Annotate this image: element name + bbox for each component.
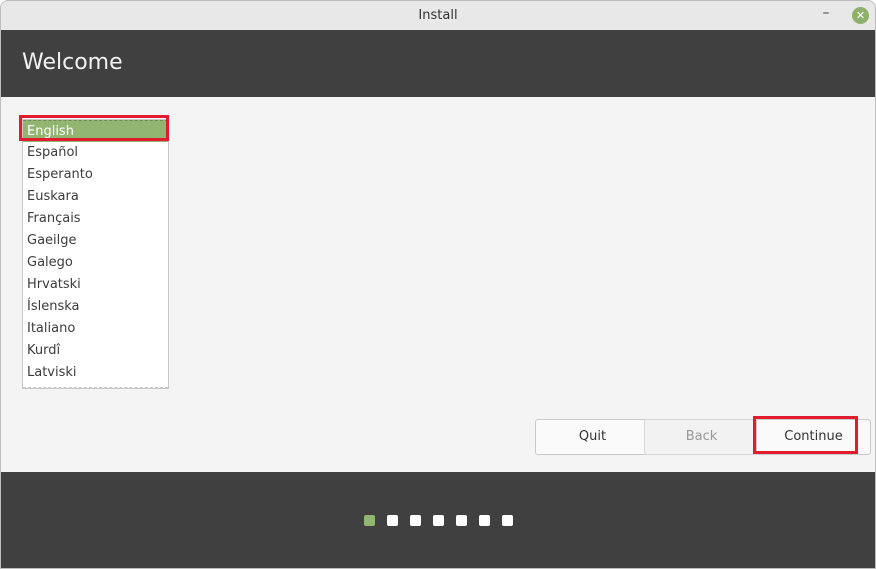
title-bar: Install – ✕ <box>1 1 875 30</box>
progress-dot-7 <box>502 515 513 526</box>
installer-window: Install – ✕ Welcome English Español Espe… <box>0 0 876 569</box>
progress-dot-3 <box>410 515 421 526</box>
progress-dot-1 <box>364 515 375 526</box>
language-item-english[interactable]: English <box>23 120 168 142</box>
language-item-galego[interactable]: Galego <box>23 252 168 274</box>
language-item-italiano[interactable]: Italiano <box>23 318 168 340</box>
language-item-islenska[interactable]: Íslenska <box>23 296 168 318</box>
language-item-latviski[interactable]: Latviski <box>23 362 168 384</box>
language-item-francais[interactable]: Français <box>23 208 168 230</box>
language-item-espanol[interactable]: Español <box>23 142 168 164</box>
minimize-icon[interactable]: – <box>817 6 835 24</box>
progress-dot-6 <box>479 515 490 526</box>
quit-button[interactable]: Quit <box>535 419 650 455</box>
list-scroll-edge <box>23 387 168 388</box>
back-button[interactable]: Back <box>644 419 759 455</box>
page-header: Welcome <box>1 30 875 97</box>
progress-dot-5 <box>456 515 467 526</box>
page-title: Welcome <box>22 50 123 75</box>
language-item-kurdi[interactable]: Kurdî <box>23 340 168 362</box>
language-list[interactable]: English Español Esperanto Euskara França… <box>22 119 169 389</box>
window-title: Install <box>418 8 458 23</box>
language-item-esperanto[interactable]: Esperanto <box>23 164 168 186</box>
progress-dot-2 <box>387 515 398 526</box>
footer <box>1 472 875 568</box>
language-item-gaeilge[interactable]: Gaeilge <box>23 230 168 252</box>
language-item-hrvatski[interactable]: Hrvatski <box>23 274 168 296</box>
close-icon[interactable]: ✕ <box>852 7 869 24</box>
language-item-euskara[interactable]: Euskara <box>23 186 168 208</box>
content-area: English Español Esperanto Euskara França… <box>1 97 875 472</box>
progress-dots <box>364 515 513 526</box>
progress-dot-4 <box>433 515 444 526</box>
continue-button[interactable]: Continue <box>756 419 871 455</box>
